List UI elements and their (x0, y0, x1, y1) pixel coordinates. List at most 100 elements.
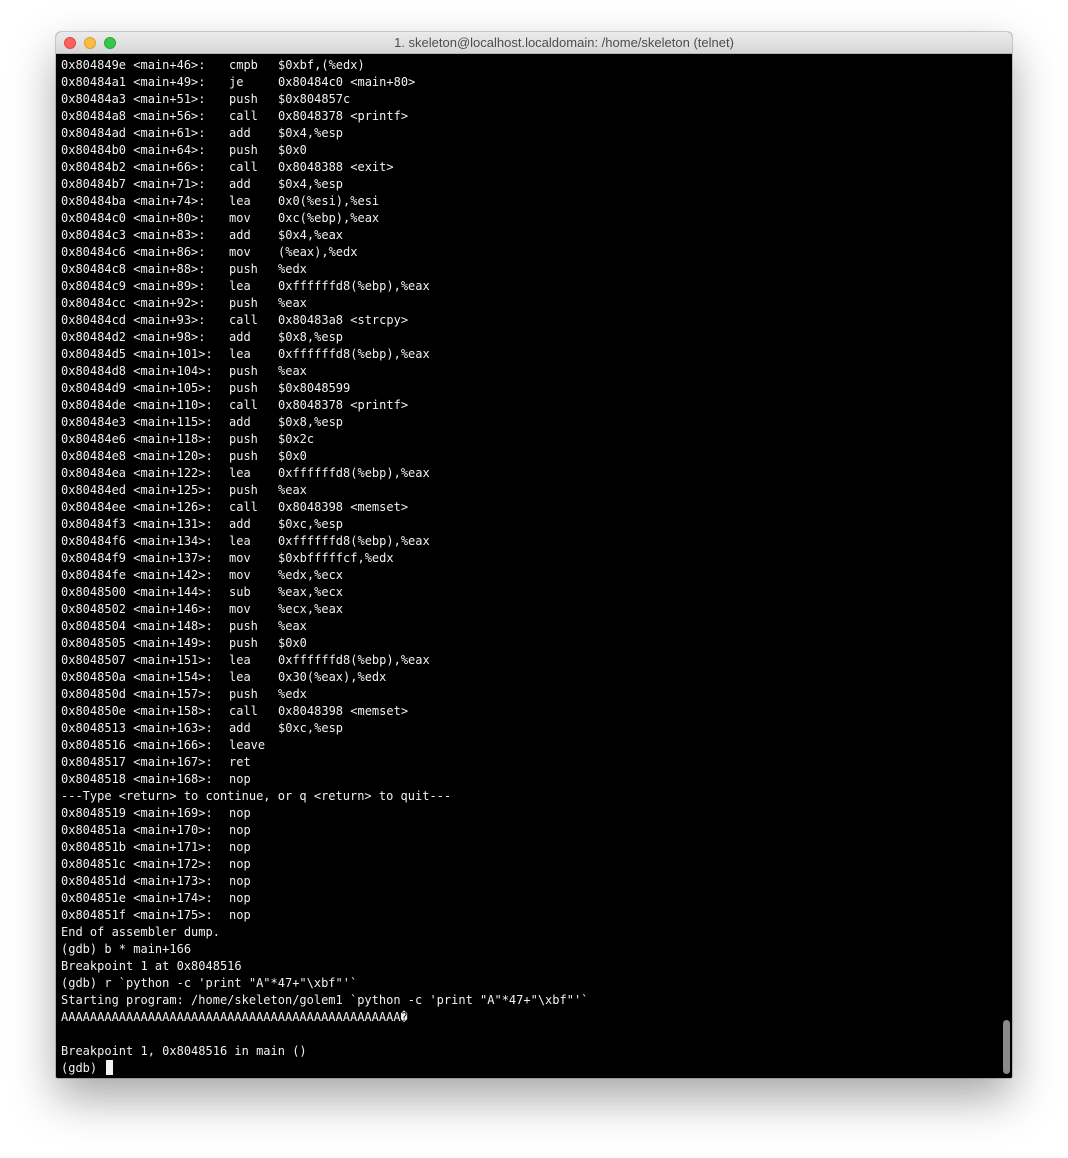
asm-address: 0x80484f3 <main+131>: (61, 517, 213, 531)
asm-opcode: mov (229, 245, 251, 259)
asm-operands: $0x4,%esp (278, 177, 344, 191)
asm-address: 0x804851e <main+174>: (61, 891, 213, 905)
asm-opcode: lea (229, 534, 251, 548)
pager-prompt-text: ---Type <return> to continue, or q <retu… (61, 789, 452, 803)
asm-address: 0x80484d5 <main+101>: (61, 347, 213, 361)
asm-opcode: nop (229, 857, 251, 871)
asm-opcode: add (229, 228, 251, 242)
asm-operands: (%eax),%edx (278, 245, 358, 259)
asm-operands: %ecx,%eax (278, 602, 344, 616)
asm-operands: %eax (278, 296, 307, 310)
asm-opcode: push (229, 92, 258, 106)
asm-opcode: add (229, 126, 251, 140)
asm-address: 0x8048519 <main+169>: (61, 806, 213, 820)
asm-address: 0x80484a1 <main+49>: (61, 75, 206, 89)
asm-operands: $0xbf,(%edx) (278, 58, 365, 72)
asm-address: 0x80484c3 <main+83>: (61, 228, 206, 242)
asm-opcode: sub (229, 585, 251, 599)
asm-address: 0x8048517 <main+167>: (61, 755, 213, 769)
gdb-prompt-text: (gdb) (61, 1060, 114, 1077)
asm-operands: %edx (278, 262, 307, 276)
asm-opcode: mov (229, 568, 251, 582)
asm-operands: $0x0 (278, 143, 307, 157)
output-line-text: (gdb) b * main+166 (61, 942, 192, 956)
asm-opcode: add (229, 517, 251, 531)
asm-address: 0x804851f <main+175>: (61, 908, 213, 922)
asm-address: 0x80484a3 <main+51>: (61, 92, 206, 106)
asm-opcode: call (229, 704, 258, 718)
asm-operands: %eax (278, 619, 307, 633)
asm-operands: %eax (278, 364, 307, 378)
asm-address: 0x80484c0 <main+80>: (61, 211, 206, 225)
asm-opcode: nop (229, 823, 251, 837)
asm-opcode: lea (229, 279, 251, 293)
asm-opcode: call (229, 313, 258, 327)
asm-address: 0x80484d2 <main+98>: (61, 330, 206, 344)
output-line-text: AAAAAAAAAAAAAAAAAAAAAAAAAAAAAAAAAAAAAAAA… (61, 1010, 408, 1024)
asm-address: 0x804851a <main+170>: (61, 823, 213, 837)
title-bar[interactable]: 1. skeleton@localhost.localdomain: /home… (56, 32, 1012, 54)
asm-address: 0x80484cd <main+93>: (61, 313, 206, 327)
asm-opcode: call (229, 109, 258, 123)
text-cursor (106, 1060, 114, 1075)
asm-address: 0x80484fe <main+142>: (61, 568, 213, 582)
asm-opcode: cmpb (229, 58, 258, 72)
asm-opcode: call (229, 398, 258, 412)
scrollbar-thumb[interactable] (1003, 1020, 1010, 1074)
asm-operands: $0xbfffffcf,%edx (278, 551, 394, 565)
asm-address: 0x80484c6 <main+86>: (61, 245, 206, 259)
asm-opcode: nop (229, 840, 251, 854)
asm-operands: %eax (278, 483, 307, 497)
asm-address: 0x804851d <main+173>: (61, 874, 213, 888)
asm-opcode: lea (229, 653, 251, 667)
asm-address: 0x804851b <main+171>: (61, 840, 213, 854)
asm-opcode: mov (229, 602, 251, 616)
asm-address: 0x80484c9 <main+89>: (61, 279, 206, 293)
asm-operands: 0xffffffd8(%ebp),%eax (278, 534, 430, 548)
asm-address: 0x8048513 <main+163>: (61, 721, 213, 735)
asm-operands: 0x8048388 <exit> (278, 160, 394, 174)
asm-opcode: push (229, 687, 258, 701)
asm-address: 0x804850d <main+157>: (61, 687, 213, 701)
asm-operands: 0x8048398 <memset> (278, 704, 409, 718)
asm-address: 0x80484b7 <main+71>: (61, 177, 206, 191)
asm-opcode: lea (229, 466, 251, 480)
asm-operands: $0x2c (278, 432, 315, 446)
asm-operands: %edx (278, 687, 307, 701)
asm-operands: %edx,%ecx (278, 568, 344, 582)
asm-opcode: call (229, 160, 258, 174)
asm-address: 0x8048516 <main+166>: (61, 738, 213, 752)
asm-operands: 0x8048398 <memset> (278, 500, 409, 514)
asm-address: 0x80484ea <main+122>: (61, 466, 213, 480)
asm-address: 0x80484d9 <main+105>: (61, 381, 213, 395)
terminal-window: 1. skeleton@localhost.localdomain: /home… (56, 32, 1012, 1078)
asm-opcode: add (229, 721, 251, 735)
asm-opcode: call (229, 500, 258, 514)
asm-address: 0x80484e8 <main+120>: (61, 449, 213, 463)
asm-opcode: ret (229, 755, 251, 769)
output-line-text: End of assembler dump. (61, 925, 220, 939)
output-line-text: Breakpoint 1 at 0x8048516 (61, 959, 242, 973)
asm-operands: 0xffffffd8(%ebp),%eax (278, 466, 430, 480)
asm-opcode: mov (229, 551, 251, 565)
asm-opcode: push (229, 449, 258, 463)
asm-operands: 0x80483a8 <strcpy> (278, 313, 409, 327)
asm-address: 0x80484c8 <main+88>: (61, 262, 206, 276)
asm-opcode: nop (229, 874, 251, 888)
asm-opcode: push (229, 381, 258, 395)
asm-address: 0x804850a <main+154>: (61, 670, 213, 684)
asm-opcode: add (229, 330, 251, 344)
asm-address: 0x80484cc <main+92>: (61, 296, 206, 310)
asm-opcode: push (229, 262, 258, 276)
asm-opcode: lea (229, 347, 251, 361)
output-line-text: (gdb) r `python -c 'print "A"*47+"\xbf"'… (61, 976, 358, 990)
terminal-output[interactable]: 0x804849e <main+46>: cmpb $0xbf,(%edx) 0x80… (56, 54, 1012, 1078)
asm-operands: 0xffffffd8(%ebp),%eax (278, 653, 430, 667)
output-line-text: Breakpoint 1, 0x8048516 in main () (61, 1044, 307, 1058)
asm-operands: 0x30(%eax),%edx (278, 670, 387, 684)
asm-address: 0x80484ed <main+125>: (61, 483, 213, 497)
asm-address: 0x8048518 <main+168>: (61, 772, 213, 786)
asm-opcode: push (229, 619, 258, 633)
asm-opcode: nop (229, 772, 251, 786)
asm-opcode: nop (229, 806, 251, 820)
